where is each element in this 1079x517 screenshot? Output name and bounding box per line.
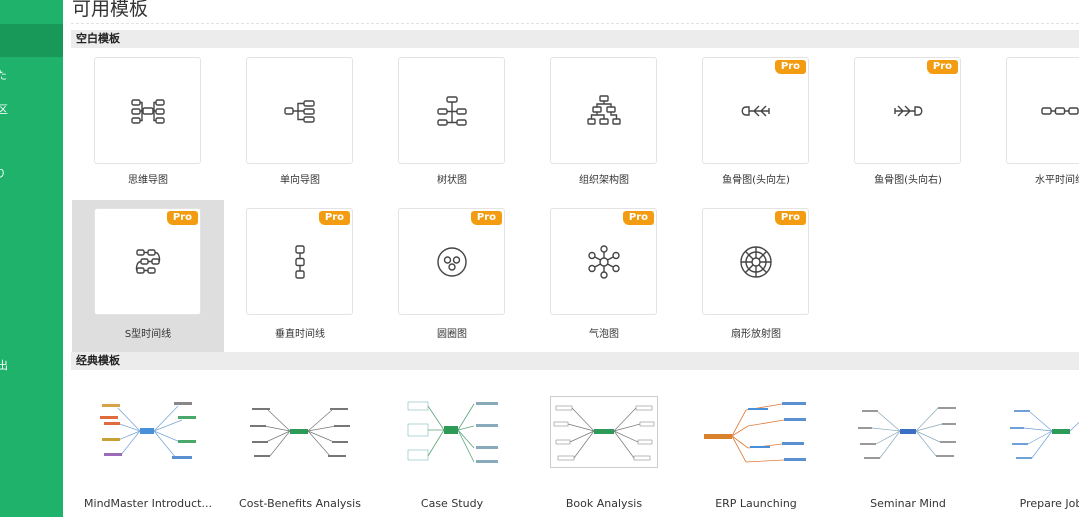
section-header-classic: 经典模板 (71, 352, 1079, 370)
right-map-icon (284, 100, 315, 123)
sidebar-item-active[interactable] (0, 24, 63, 57)
pro-badge: Pro (774, 211, 806, 225)
template-bubble-map[interactable]: Pro 气泡图 (528, 200, 680, 352)
pro-badge: Pro (622, 211, 654, 225)
template-thumbnail (550, 396, 658, 468)
page-title: 可用模板 (72, 0, 149, 20)
sidebar-item-label: 出 (0, 359, 8, 372)
vertical-timeline-icon (295, 245, 305, 279)
title-divider (71, 23, 1079, 24)
sidebar: た 区 り 出 (0, 0, 63, 517)
classic-template-erp-launching[interactable]: ERP Launching (680, 382, 832, 517)
template-card: Pro (854, 57, 961, 164)
mind-map-icon (131, 99, 165, 124)
pro-badge: Pro (318, 211, 350, 225)
classic-template-label: Book Analysis (565, 497, 643, 510)
classic-template-seminar-mind[interactable]: Seminar Mind (832, 382, 984, 517)
template-card: Pro (702, 57, 809, 164)
template-label: 单向导图 (280, 175, 320, 186)
org-chart-icon (587, 95, 621, 125)
template-label: 水平时间线 (1035, 175, 1079, 186)
template-label: 鱼骨图(头向右) (874, 175, 942, 186)
template-label: 鱼骨图(头向左) (722, 175, 790, 186)
template-card (398, 57, 505, 164)
classic-template-label: ERP Launching (715, 497, 797, 510)
template-card: Pro (94, 208, 201, 315)
classic-template-cost-benefits[interactable]: Cost-Benefits Analysis (224, 382, 376, 517)
sidebar-item-3[interactable]: り (0, 165, 58, 181)
sidebar-item-1[interactable]: た (0, 67, 59, 83)
template-fishbone-left[interactable]: Pro 鱼骨图(头向左) (680, 54, 832, 206)
template-fishbone-right[interactable]: Pro 鱼骨图(头向右) (832, 54, 984, 206)
template-thumbnail (250, 408, 350, 457)
template-thumbnail (100, 402, 196, 459)
template-label: 气泡图 (589, 329, 619, 340)
template-thumbnail (704, 402, 806, 463)
template-card (94, 57, 201, 164)
template-tree-map[interactable]: 树状图 (376, 54, 528, 206)
bubble-map-icon (588, 245, 620, 279)
classic-template-label: Case Study (420, 497, 484, 510)
template-horizontal-timeline[interactable]: Pro 水平时间线 (984, 54, 1079, 206)
section-header-blank: 空白模板 (71, 30, 1079, 48)
template-thumbnail (1010, 410, 1079, 459)
horizontal-timeline-icon (1041, 107, 1079, 115)
template-thumbnail (858, 407, 956, 459)
pro-badge: Pro (926, 60, 958, 74)
sector-radial-icon (740, 246, 772, 278)
classic-template-mindmaster[interactable]: MindMaster Introduct... (72, 382, 224, 517)
section-title-blank: 空白模板 (76, 32, 120, 45)
pro-badge: Pro (166, 211, 198, 225)
classic-template-label: MindMaster Introduct... (84, 497, 212, 510)
template-vertical-timeline[interactable]: Pro 垂直时间线 (224, 200, 376, 352)
classic-template-label: Prepare Job Int (1019, 497, 1079, 510)
classic-template-label: Cost-Benefits Analysis (239, 497, 361, 510)
template-label: S型时间线 (124, 329, 172, 340)
template-right-map[interactable]: 单向导图 (224, 54, 376, 206)
template-card (550, 57, 657, 164)
template-card: Pro (398, 208, 505, 315)
tree-map-icon (437, 96, 467, 126)
circle-map-icon (437, 247, 467, 277)
template-label: 树状图 (437, 175, 467, 186)
classic-template-label: Seminar Mind (870, 497, 946, 510)
template-card: Pro (550, 208, 657, 315)
sidebar-item-label: た (0, 69, 7, 82)
classic-template-book-analysis[interactable]: Book Analysis (528, 382, 680, 517)
template-org-chart[interactable]: 组织架构图 (528, 54, 680, 206)
fishbone-right-icon (894, 105, 923, 117)
sidebar-item-2[interactable]: 区 (0, 101, 60, 117)
template-sector-radial[interactable]: Pro 扇形放射图 (680, 200, 832, 352)
template-mind-map[interactable]: 思维导图 (72, 54, 224, 206)
template-label: 思维导图 (128, 175, 168, 186)
classic-template-case-study[interactable]: Case Study (376, 382, 528, 517)
fishbone-left-icon (741, 105, 770, 117)
template-card (246, 57, 353, 164)
template-card: Pro (702, 208, 809, 315)
pro-badge: Pro (774, 60, 806, 74)
template-s-timeline[interactable]: Pro S型时间线 (72, 200, 224, 352)
section-title-classic: 经典模板 (76, 354, 120, 367)
sidebar-item-label: り (0, 167, 6, 180)
template-label: 扇形放射图 (731, 329, 781, 340)
template-label: 组织架构图 (579, 175, 629, 186)
sidebar-item-label: 区 (0, 103, 8, 116)
template-circle-map[interactable]: Pro 圆圈图 (376, 200, 528, 352)
template-card: Pro (1006, 57, 1079, 164)
template-thumbnail (407, 401, 498, 463)
main-panel: 可用模板 空白模板 思维导图 单向导图 树状图 组织架构图 Pro 鱼骨图(头向… (63, 0, 1079, 517)
template-label: 圆圈图 (437, 329, 467, 340)
template-card: Pro (246, 208, 353, 315)
classic-template-prepare-job[interactable]: Prepare Job Int (984, 382, 1079, 517)
template-label: 垂直时间线 (275, 329, 325, 340)
sidebar-item-4[interactable]: 出 (0, 357, 60, 373)
s-timeline-icon (135, 249, 161, 274)
pro-badge: Pro (470, 211, 502, 225)
